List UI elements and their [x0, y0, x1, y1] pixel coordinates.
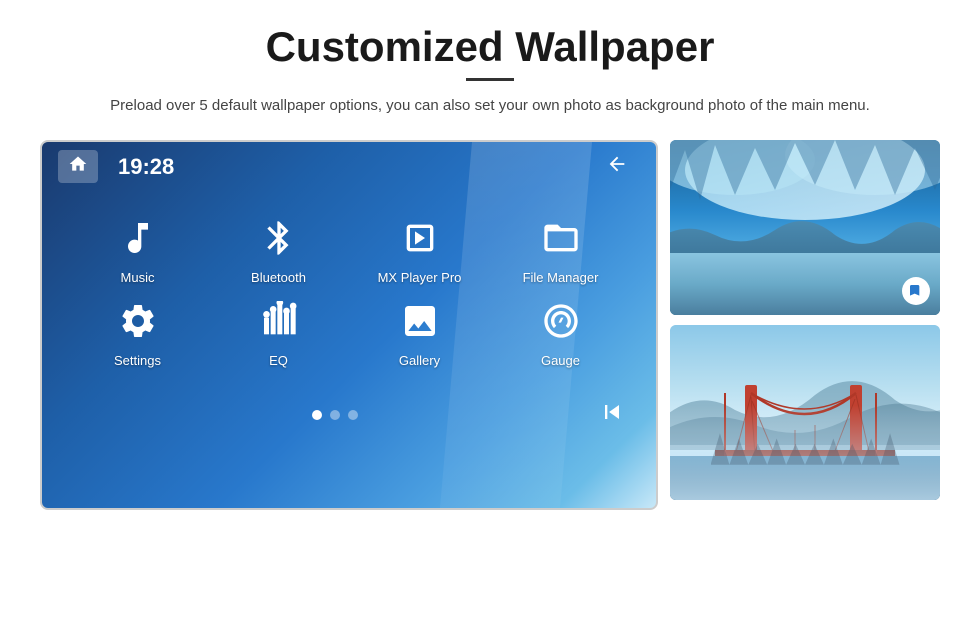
gauge-label: Gauge	[541, 353, 580, 368]
home-button[interactable]	[58, 150, 98, 183]
bluetooth-icon	[253, 212, 305, 264]
settings-icon	[112, 295, 164, 347]
dot-3[interactable]	[348, 410, 358, 420]
mxplayer-icon	[394, 212, 446, 264]
page-title: Customized Wallpaper	[266, 24, 715, 70]
app-filemanager[interactable]: File Manager	[495, 212, 626, 285]
app-grid: Music Bluetooth	[42, 192, 656, 388]
app-mxplayer[interactable]: MX Player Pro	[354, 212, 485, 285]
page-container: Customized Wallpaper Preload over 5 defa…	[0, 0, 980, 634]
ice-cave-thumbnail[interactable]	[670, 140, 940, 315]
filemanager-label: File Manager	[523, 270, 599, 285]
screen-header: 19:28	[42, 142, 656, 192]
content-area: 19:28 Music	[40, 140, 940, 510]
gauge-icon	[535, 295, 587, 347]
screen-bottom	[42, 388, 656, 442]
time-display: 19:28	[118, 154, 174, 180]
music-label: Music	[121, 270, 155, 285]
gallery-icon	[394, 295, 446, 347]
dot-1[interactable]	[312, 410, 322, 420]
app-music[interactable]: Music	[72, 212, 203, 285]
app-settings[interactable]: Settings	[72, 295, 203, 368]
gallery-label: Gallery	[399, 353, 440, 368]
bluetooth-label: Bluetooth	[251, 270, 306, 285]
filemanager-icon	[535, 212, 587, 264]
dot-2[interactable]	[330, 410, 340, 420]
app-eq[interactable]: EQ	[213, 295, 344, 368]
dots-container	[72, 410, 598, 420]
app-gauge[interactable]: Gauge	[495, 295, 626, 368]
skip-button[interactable]	[598, 398, 626, 432]
page-subtitle: Preload over 5 default wallpaper options…	[110, 95, 870, 118]
eq-label: EQ	[269, 353, 288, 368]
car-screen: 19:28 Music	[40, 140, 658, 510]
settings-label: Settings	[114, 353, 161, 368]
music-icon	[112, 212, 164, 264]
app-bluetooth[interactable]: Bluetooth	[213, 212, 344, 285]
bookmark-icon[interactable]	[902, 277, 930, 305]
eq-icon	[253, 295, 305, 347]
mxplayer-label: MX Player Pro	[378, 270, 462, 285]
home-icon	[68, 154, 88, 179]
back-icon[interactable]	[606, 153, 628, 181]
app-gallery[interactable]: Gallery	[354, 295, 485, 368]
title-underline	[466, 78, 514, 81]
bridge-thumbnail[interactable]	[670, 325, 940, 500]
right-images	[670, 140, 940, 500]
